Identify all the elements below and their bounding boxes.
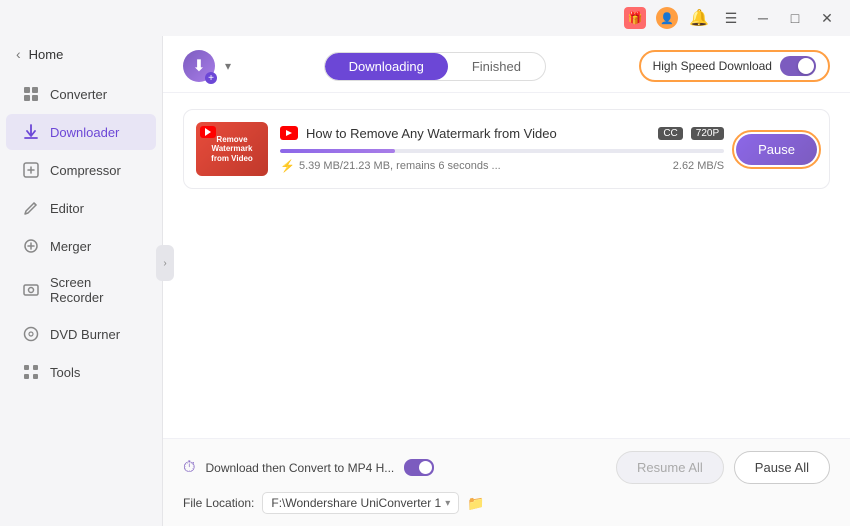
tab-downloading[interactable]: Downloading [325,53,448,80]
sidebar-item-converter[interactable]: Converter [6,76,156,112]
back-button[interactable]: ‹ Home [0,36,162,72]
progress-bar-container [280,149,724,153]
yt-play-small-icon [286,130,292,136]
tools-icon [22,363,40,381]
close-icon[interactable]: ✕ [816,7,838,29]
toggle-knob [798,58,814,74]
sidebar-item-merger[interactable]: Merger [6,228,156,264]
progress-bar-fill [280,149,395,153]
sidebar-item-converter-label: Converter [50,87,107,102]
compressor-icon [22,161,40,179]
speed-toggle-container: High Speed Download [639,50,830,82]
download-item: RemoveWatermarkfrom Video How to Remove … [183,109,830,189]
sidebar-item-downloader[interactable]: Downloader [6,114,156,150]
sidebar-item-screen-recorder[interactable]: Screen Recorder [6,266,156,314]
logo-plus-icon: + [205,72,217,84]
sidebar-item-editor[interactable]: Editor [6,190,156,226]
sidebar-item-compressor[interactable]: Compressor [6,152,156,188]
sidebar: ‹ Home Converter Downloader [0,0,163,526]
youtube-icon-small [280,126,298,140]
footer-actions: Resume All Pause All [616,451,830,484]
sidebar-item-tools-label: Tools [50,365,80,380]
back-label: Home [29,47,64,62]
screen-recorder-icon [22,281,40,299]
menu-icon[interactable]: ☰ [720,7,742,29]
pause-button[interactable]: Pause [736,134,817,165]
sidebar-item-downloader-label: Downloader [50,125,119,140]
convert-toggle[interactable] [404,459,434,476]
footer-top: ⏱ Download then Convert to MP4 H... Resu… [183,451,830,484]
meta-left: ⚡ 5.39 MB/21.23 MB, remains 6 seconds ..… [280,159,501,173]
converter-icon [22,85,40,103]
speed-toggle-switch[interactable] [780,56,816,76]
timer-icon: ⏱ [183,459,195,477]
tab-finished[interactable]: Finished [448,53,545,80]
main-header: ⬇ + ▾ Downloading Finished High Speed Do… [163,36,850,93]
maximize-icon[interactable]: □ [784,7,806,29]
location-value: F:\Wondershare UniConverter 1 [271,496,441,510]
user-icon[interactable]: 👤 [656,7,678,29]
youtube-play-icon [205,128,211,136]
sidebar-item-screen-recorder-label: Screen Recorder [50,275,140,305]
bell-icon[interactable]: 🔔 [688,7,710,29]
folder-icon[interactable]: 📁 [467,495,484,512]
resume-all-button[interactable]: Resume All [616,451,724,484]
sidebar-item-dvd-burner[interactable]: DVD Burner [6,316,156,352]
convert-toggle-knob [419,461,432,474]
video-thumbnail: RemoveWatermarkfrom Video [196,122,268,176]
download-meta: ⚡ 5.39 MB/21.23 MB, remains 6 seconds ..… [280,159,724,173]
sidebar-item-compressor-label: Compressor [50,163,121,178]
download-info: How to Remove Any Watermark from Video C… [280,126,724,173]
titlebar: 🎁 👤 🔔 ☰ ─ □ ✕ [0,0,850,36]
video-title: How to Remove Any Watermark from Video [306,126,650,141]
chevron-down-icon: ▾ [445,498,450,509]
tab-switcher: Downloading Finished [324,52,546,81]
downloader-icon [22,123,40,141]
titlebar-icons: 🎁 👤 🔔 ☰ ─ □ ✕ [624,7,838,29]
logo-chevron-icon: ▾ [225,59,231,73]
download-title-row: How to Remove Any Watermark from Video C… [280,126,724,141]
sidebar-nav: Converter Downloader Compressor [0,72,162,394]
speed-label: High Speed Download [653,59,772,73]
flash-icon: ⚡ [280,159,295,173]
editor-icon [22,199,40,217]
youtube-badge [200,126,216,138]
footer: ⏱ Download then Convert to MP4 H... Resu… [163,438,850,526]
footer-convert-option: ⏱ Download then Convert to MP4 H... [183,459,434,477]
sidebar-collapse-button[interactable]: › [156,245,174,281]
sidebar-item-dvd-burner-label: DVD Burner [50,327,120,342]
location-label: File Location: [183,496,254,510]
footer-location: File Location: F:\Wondershare UniConvert… [183,492,830,514]
location-dropdown[interactable]: F:\Wondershare UniConverter 1 ▾ [262,492,459,514]
logo-area: ⬇ + ▾ [183,50,231,82]
convert-label: Download then Convert to MP4 H... [205,461,394,475]
app-logo: ⬇ + [183,50,215,82]
sidebar-item-merger-label: Merger [50,239,91,254]
cc-badge: CC [658,127,682,140]
gift-icon[interactable]: 🎁 [624,7,646,29]
main-content: ⬇ + ▾ Downloading Finished High Speed Do… [163,0,850,526]
quality-badge: 720P [691,127,724,140]
download-size-info: 5.39 MB/21.23 MB, remains 6 seconds ... [299,160,501,172]
merger-icon [22,237,40,255]
download-speed: 2.62 MB/S [673,160,724,172]
back-arrow-icon: ‹ [16,46,21,62]
dvd-burner-icon [22,325,40,343]
pause-all-button[interactable]: Pause All [734,451,830,484]
sidebar-item-editor-label: Editor [50,201,84,216]
minimize-icon[interactable]: ─ [752,7,774,29]
download-list: RemoveWatermarkfrom Video How to Remove … [163,93,850,438]
sidebar-item-tools[interactable]: Tools [6,354,156,390]
